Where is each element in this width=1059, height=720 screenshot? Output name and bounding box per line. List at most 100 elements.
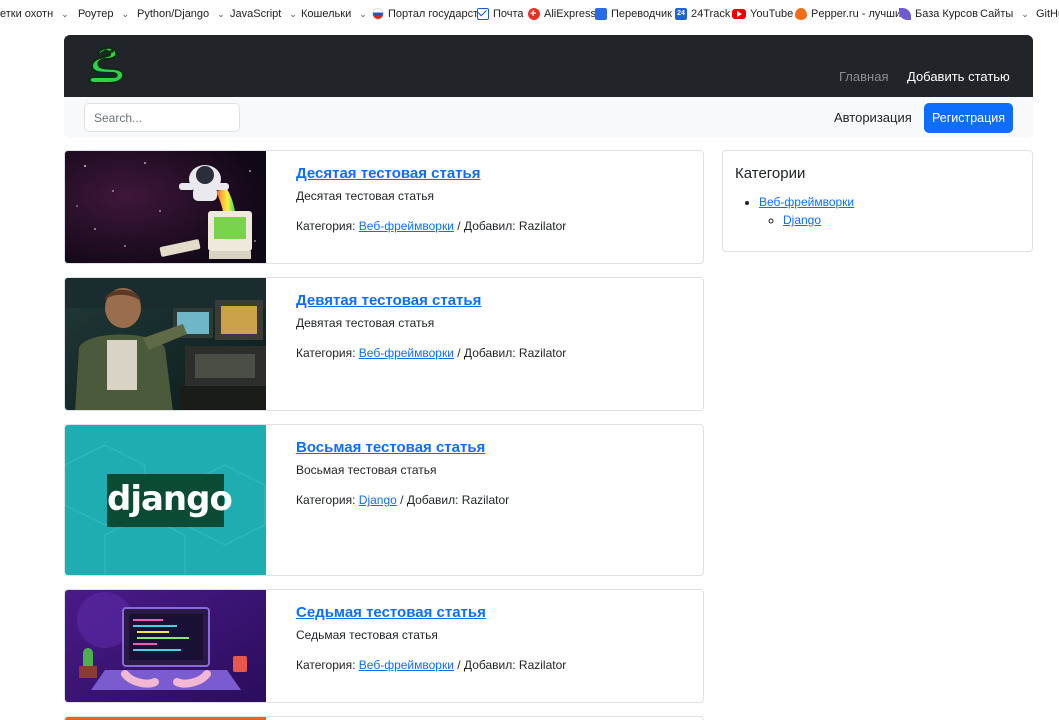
- nav-add-article-link[interactable]: Добавить статью: [907, 69, 1010, 84]
- nav-home-link[interactable]: Главная: [839, 69, 888, 84]
- bookmark-youtube[interactable]: YouTube: [732, 0, 793, 28]
- article-card: Десятая тестовая статья Десятая тестовая…: [64, 150, 704, 264]
- bookmark-label: JavaScript: [230, 8, 282, 20]
- category-prefix: Категория:: [296, 658, 356, 672]
- bookmark-translator[interactable]: Переводчик: [595, 0, 672, 28]
- bookmark-label: Портал государст: [388, 8, 479, 20]
- django-logo-text: django: [107, 479, 233, 519]
- bookmarks-bar: етки охотн ⌄ Роутер ⌄ Python/Django ⌄ JavaS…: [0, 0, 1059, 28]
- article-body: Десятая тестовая статья Десятая тестовая…: [296, 165, 566, 233]
- bookmark-label: Переводчик: [611, 8, 672, 20]
- leaf-icon: [899, 8, 911, 20]
- bookmark-folder-python-django[interactable]: Python/Django ⌄: [137, 0, 225, 28]
- snake-logo-icon[interactable]: [84, 43, 132, 89]
- article-category-link[interactable]: Веб-фреймворки: [359, 658, 454, 672]
- article-image-laptop-coding[interactable]: [65, 590, 266, 702]
- bookmark-folder-router[interactable]: Роутер ⌄: [78, 0, 129, 28]
- chevron-down-icon: ⌄: [1021, 9, 1029, 19]
- category-prefix: Категория:: [296, 493, 356, 507]
- article-description: Десятая тестовая статья: [296, 189, 434, 203]
- youtube-icon: [732, 9, 746, 19]
- bookmark-label: GitHu: [1036, 8, 1059, 20]
- article-image-astronaut[interactable]: [65, 151, 266, 263]
- article-category-link[interactable]: Веб-фреймворки: [359, 346, 454, 360]
- article-title-link[interactable]: Десятая тестовая статья: [296, 165, 566, 182]
- category-item: Веб-фреймворки Django: [759, 195, 854, 227]
- article-author: Razilator: [461, 493, 510, 507]
- bookmark-label: База Курсов: [915, 8, 978, 20]
- chevron-down-icon: ⌄: [289, 9, 297, 19]
- bookmark-folder-sites[interactable]: Сайты ⌄: [980, 0, 1029, 28]
- bookmark-label: етки охотн: [0, 8, 54, 20]
- bookmark-label: 24Track: [691, 8, 731, 20]
- bookmark-24track[interactable]: 24 24Track: [675, 0, 730, 28]
- article-body: Восьмая тестовая статья Восьмая тестовая…: [296, 439, 509, 507]
- chevron-down-icon: ⌄: [217, 9, 225, 19]
- article-description: Восьмая тестовая статья: [296, 463, 437, 477]
- article-author: Razilator: [518, 219, 567, 233]
- bookmark-folder-javascript[interactable]: JavaScript ⌄: [230, 0, 297, 28]
- category-prefix: Категория:: [296, 219, 356, 233]
- article-description: Девятая тестовая статья: [296, 316, 435, 330]
- bookmark-gosuslugi[interactable]: Портал государст: [372, 0, 478, 28]
- search-input[interactable]: [84, 103, 240, 132]
- bookmark-label: Роутер: [78, 8, 114, 20]
- search-auth-bar: Авторизация Регистрация: [64, 97, 1033, 138]
- pepper-icon: [795, 8, 807, 20]
- article-title-link[interactable]: Девятая тестовая статья: [296, 292, 566, 309]
- bookmark-label: Почта: [493, 8, 524, 20]
- russia-flag-icon: [372, 8, 384, 20]
- subcategory-item: Django: [783, 213, 854, 227]
- chevron-down-icon: ⌄: [121, 9, 130, 19]
- chevron-down-icon: ⌄: [61, 9, 69, 19]
- article-body: Девятая тестовая статья Девятая тестовая…: [296, 292, 566, 360]
- article-card: Седьмая тестовая статья Седьмая тестовая…: [64, 589, 704, 703]
- bookmark-label: Python/Django: [137, 8, 210, 20]
- bookmark-label: Кошельки: [301, 8, 352, 20]
- article-meta: Категория: Веб-фреймворки / Добавил: Raz…: [296, 658, 566, 672]
- article-description: Седьмая тестовая статья: [296, 628, 438, 642]
- author-prefix: / Добавил:: [457, 219, 516, 233]
- article-title-link[interactable]: Седьмая тестовая статья: [296, 604, 566, 621]
- translate-icon: [595, 8, 607, 20]
- category-list: Веб-фреймворки Django: [759, 195, 854, 227]
- mail-icon: [477, 8, 489, 20]
- author-prefix: / Добавил:: [400, 493, 459, 507]
- article-meta: Категория: Веб-фреймворки / Добавил: Raz…: [296, 219, 566, 233]
- article-body: Седьмая тестовая статья Седьмая тестовая…: [296, 604, 566, 672]
- top-navbar: Главная Добавить статью: [64, 35, 1033, 97]
- category-link-django[interactable]: Django: [783, 213, 821, 227]
- bookmark-label: YouTube: [750, 8, 794, 20]
- bookmark-pepper[interactable]: Pepper.ru - лучши: [795, 0, 901, 28]
- register-button[interactable]: Регистрация: [924, 103, 1013, 133]
- author-prefix: / Добавил:: [457, 346, 516, 360]
- categories-sidebar: Категории Веб-фреймворки Django: [722, 150, 1033, 252]
- article-card: django Восьмая тестовая статья Восьмая т…: [64, 424, 704, 576]
- article-card: Девятая тестовая статья Девятая тестовая…: [64, 277, 704, 411]
- category-link-web-frameworks[interactable]: Веб-фреймворки: [759, 195, 854, 209]
- article-category-link[interactable]: Django: [359, 493, 397, 507]
- subcategory-list: Django: [783, 213, 854, 227]
- bookmark-folder-hunt[interactable]: етки охотн ⌄: [0, 0, 69, 28]
- bookmark-label: AliExpress: [544, 8, 596, 20]
- aliexpress-icon: [528, 0, 540, 28]
- category-prefix: Категория:: [296, 346, 356, 360]
- sidebar-title: Категории: [735, 165, 806, 182]
- article-category-link[interactable]: Веб-фреймворки: [359, 219, 454, 233]
- article-title-link[interactable]: Восьмая тестовая статья: [296, 439, 509, 456]
- bookmark-label: Pepper.ru - лучши: [811, 8, 902, 20]
- article-image-django-logo[interactable]: django: [65, 425, 266, 575]
- bookmark-github[interactable]: GitHu: [1036, 0, 1059, 28]
- bookmark-mail[interactable]: Почта: [477, 0, 524, 28]
- bookmark-folder-wallets[interactable]: Кошельки ⌄: [301, 0, 367, 28]
- bookmark-courses[interactable]: База Курсов: [899, 0, 978, 28]
- article-meta: Категория: Веб-фреймворки / Добавил: Raz…: [296, 346, 566, 360]
- article-card-partial: [64, 716, 704, 720]
- article-image-retro-computers[interactable]: [65, 278, 266, 410]
- login-link[interactable]: Авторизация: [834, 110, 912, 125]
- bookmark-aliexpress[interactable]: AliExpress: [528, 0, 596, 28]
- chevron-down-icon: ⌄: [359, 9, 367, 19]
- article-meta: Категория: Django / Добавил: Razilator: [296, 493, 509, 507]
- 24track-icon: 24: [675, 8, 687, 20]
- bookmark-label: Сайты: [980, 8, 1014, 20]
